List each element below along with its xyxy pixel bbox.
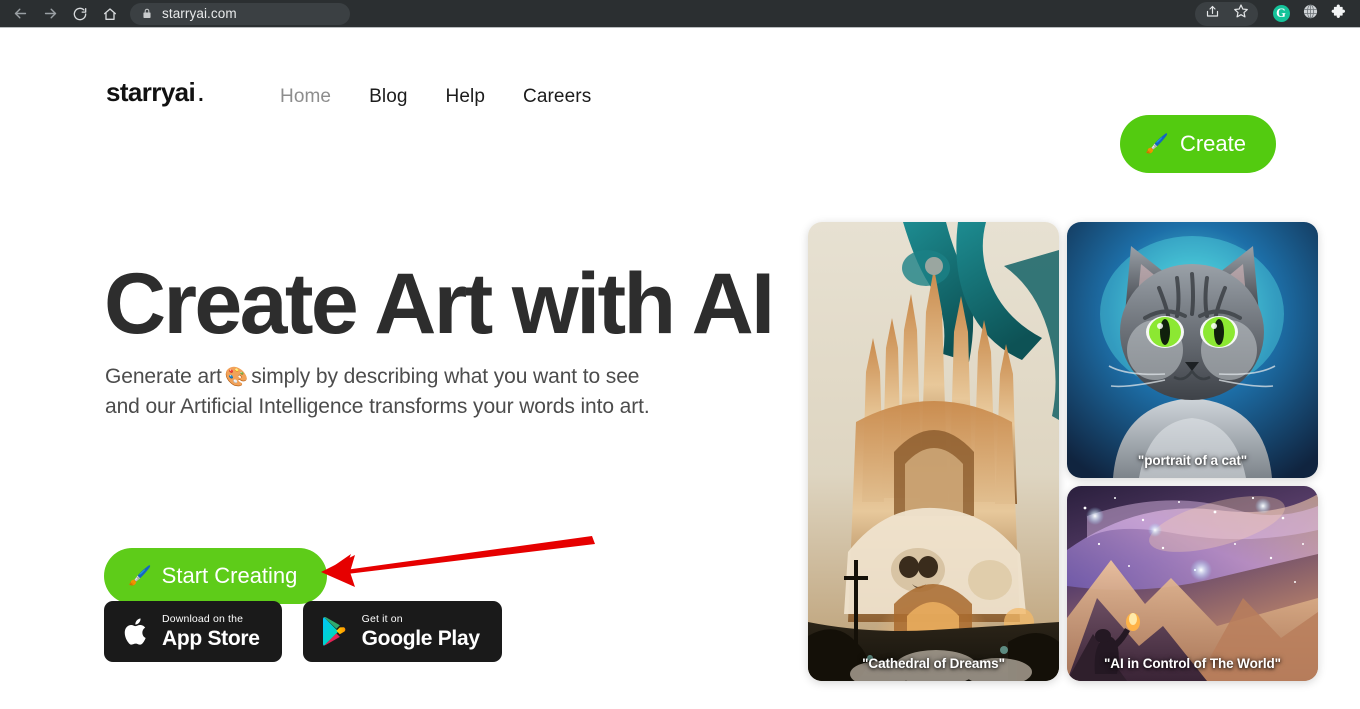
paintbrush-icon: 🖌️ xyxy=(1145,133,1169,155)
nav-item-careers[interactable]: Careers xyxy=(523,86,591,108)
apple-logo-icon xyxy=(123,616,150,648)
back-arrow-icon xyxy=(12,5,29,22)
start-creating-label: Start Creating xyxy=(161,563,298,588)
home-button[interactable] xyxy=(96,2,124,26)
extensions-button[interactable] xyxy=(1326,2,1352,26)
app-store-badge-bottom-label: App Store xyxy=(162,626,260,650)
art-card-cat[interactable]: "portrait of a cat" xyxy=(1067,222,1318,478)
translate-button[interactable] xyxy=(1297,2,1323,26)
bookmark-button[interactable] xyxy=(1228,2,1254,26)
grammarly-extension-button[interactable]: G xyxy=(1268,2,1294,26)
create-button[interactable]: 🖌️ Create xyxy=(1120,115,1276,173)
hero-subtitle-line2: and our Artificial Intelligence transfor… xyxy=(105,394,650,418)
google-play-logo-icon xyxy=(322,616,350,647)
nav-item-help[interactable]: Help xyxy=(446,86,485,108)
share-icon xyxy=(1205,4,1220,24)
back-button[interactable] xyxy=(6,2,34,26)
art-card-space[interactable]: "AI in Control of The World" xyxy=(1067,486,1318,681)
palette-icon: 🎨 xyxy=(224,367,249,388)
art-image-cat xyxy=(1067,222,1318,478)
paintbrush-icon: 🖌️ xyxy=(128,565,152,587)
address-bar-url: starryai.com xyxy=(162,6,237,21)
create-button-label: Create xyxy=(1179,131,1246,156)
globe-icon xyxy=(1302,3,1319,25)
hero-subtitle-line1-after: simply by describing what you want to se… xyxy=(251,365,640,388)
home-icon xyxy=(102,6,118,22)
extensions-puzzle-icon xyxy=(1331,3,1348,25)
start-creating-button[interactable]: 🖌️ Start Creating xyxy=(104,548,328,604)
page-title: Create Art with AI xyxy=(104,256,775,352)
app-store-badges: Download on the App Store Get it on Goog… xyxy=(104,601,502,662)
lock-icon xyxy=(141,7,153,20)
reload-icon xyxy=(72,6,88,22)
site-logo[interactable]: starryai . xyxy=(106,77,204,108)
art-image-space xyxy=(1067,486,1318,681)
art-image-cathedral xyxy=(808,222,1059,681)
hero-subtitle: Generate art 🎨 simply by describing what y… xyxy=(105,362,650,422)
google-play-badge-top-label: Get it on xyxy=(361,613,403,626)
google-play-badge-bottom-label: Google Play xyxy=(361,626,480,650)
page-content: starryai . Home Blog Help Careers 🖌️ Cre… xyxy=(0,29,1360,709)
browser-nav-buttons xyxy=(0,2,124,26)
main-navigation: Home Blog Help Careers xyxy=(280,86,591,108)
bookmark-star-icon xyxy=(1233,3,1249,24)
site-logo-text: starryai xyxy=(106,77,196,107)
site-header: starryai . Home Blog Help Careers 🖌️ Cre… xyxy=(0,29,1360,173)
red-annotation-arrow xyxy=(321,536,595,587)
nav-item-home[interactable]: Home xyxy=(280,86,331,108)
address-bar[interactable]: starryai.com xyxy=(130,2,350,25)
browser-toolbar: starryai.com G xyxy=(0,0,1360,28)
hero-subtitle-line1-before: Generate art xyxy=(105,365,222,388)
browser-right-controls: G xyxy=(1195,0,1360,28)
forward-arrow-icon xyxy=(42,5,59,22)
art-card-cathedral[interactable]: "Cathedral of Dreams" xyxy=(808,222,1059,681)
reload-button[interactable] xyxy=(66,2,94,26)
google-play-badge[interactable]: Get it on Google Play xyxy=(302,601,502,662)
grammarly-icon: G xyxy=(1272,5,1290,22)
browser-action-pill xyxy=(1195,1,1258,26)
app-store-badge[interactable]: Download on the App Store xyxy=(104,601,282,662)
app-store-badge-top-label: Download on the xyxy=(162,613,244,626)
forward-button[interactable] xyxy=(36,2,64,26)
share-button[interactable] xyxy=(1199,2,1225,26)
nav-item-blog[interactable]: Blog xyxy=(369,86,407,108)
